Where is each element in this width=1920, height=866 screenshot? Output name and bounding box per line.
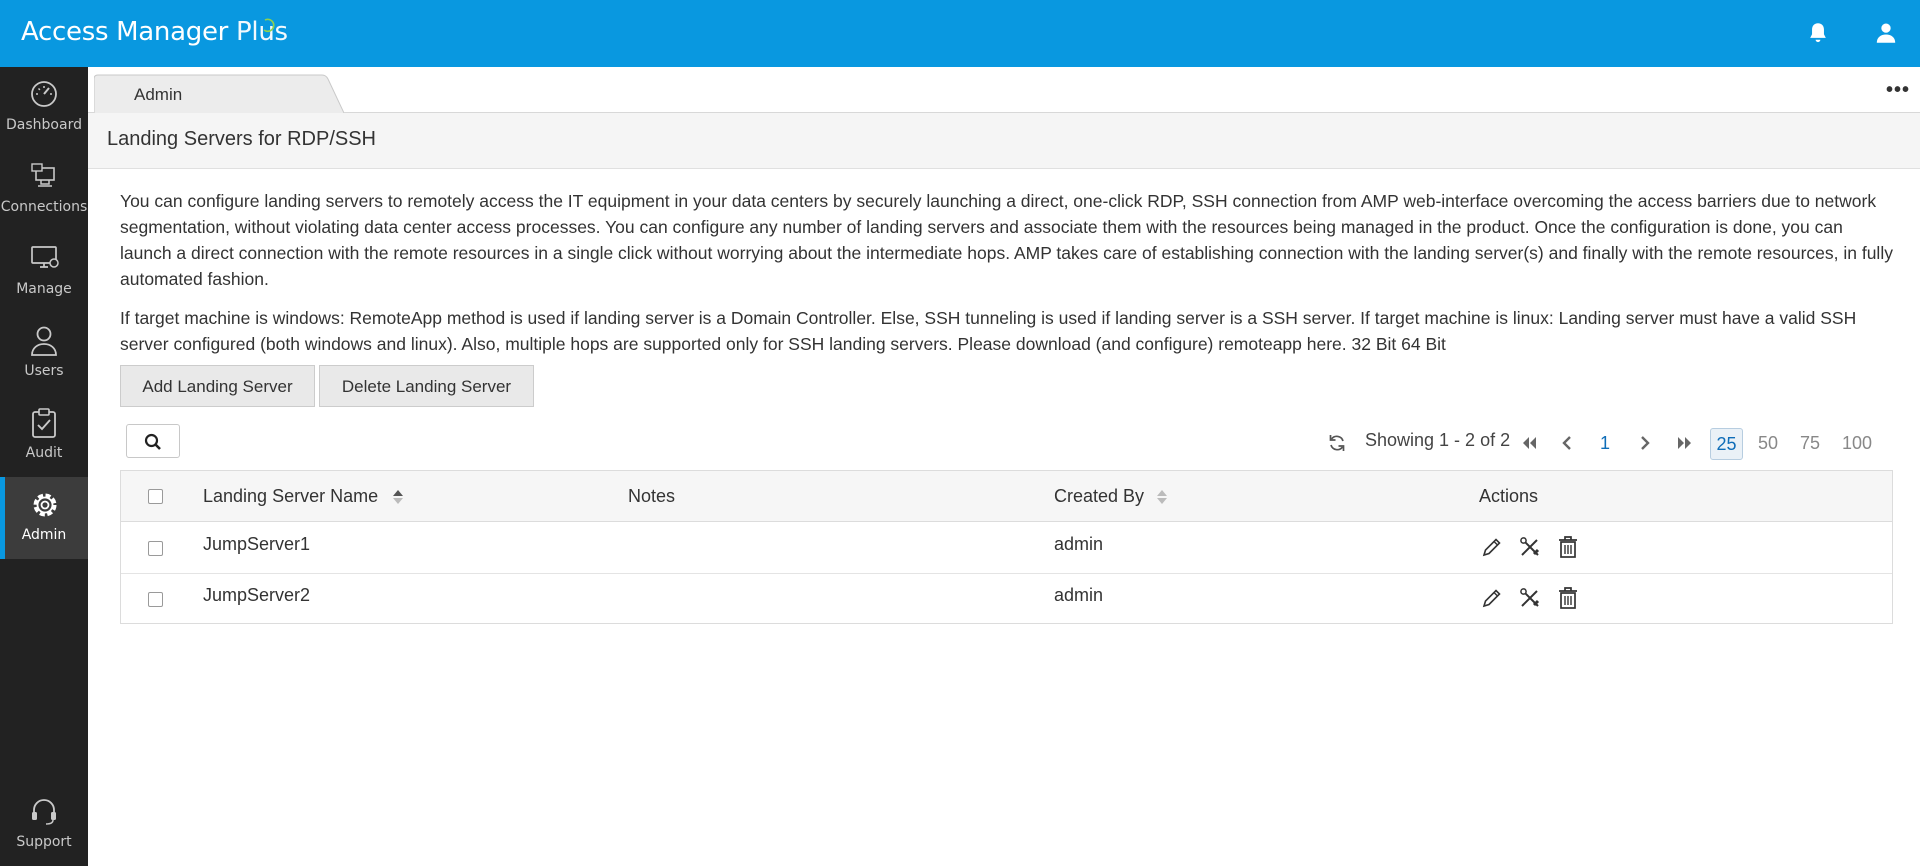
app-logo[interactable]: Access Manager Plus <box>21 17 288 47</box>
sidebar-item-audit[interactable]: Audit <box>0 395 88 477</box>
column-header-notes: Notes <box>628 486 676 506</box>
sidebar-item-connections[interactable]: Connections <box>0 149 88 231</box>
page-size-50[interactable]: 50 <box>1758 433 1778 454</box>
configure-tools-icon[interactable] <box>1519 536 1541 558</box>
cell-created-by: admin <box>1054 585 1104 605</box>
headset-icon <box>32 799 56 825</box>
column-header-name[interactable]: Landing Server Name <box>203 486 378 507</box>
top-bar: Access Manager Plus <box>0 0 1920 67</box>
sidebar-item-label: Manage <box>16 281 72 297</box>
row-checkbox[interactable] <box>148 541 163 556</box>
sidebar-item-support[interactable]: Support <box>0 784 88 866</box>
sidebar-item-label: Support <box>16 834 72 850</box>
dashboard-icon <box>31 81 57 107</box>
table-header: Landing Server Name Notes Created By Act… <box>121 471 1892 522</box>
cell-landing-server-name[interactable]: JumpServer2 <box>203 585 310 606</box>
sidebar-item-dashboard[interactable]: Dashboard <box>0 67 88 149</box>
more-options-icon[interactable]: ••• <box>1886 79 1910 102</box>
logo-swirl-icon <box>263 18 275 33</box>
column-header-created-by[interactable]: Created By <box>1054 486 1144 507</box>
cell-landing-server-name[interactable]: JumpServer1 <box>203 534 310 555</box>
select-all-checkbox[interactable] <box>148 489 163 504</box>
user-profile-icon[interactable] <box>1873 20 1899 46</box>
trash-icon[interactable] <box>1557 586 1579 610</box>
page-title: Landing Servers for RDP/SSH <box>107 128 377 150</box>
page-header: Landing Servers for RDP/SSH <box>88 113 1920 169</box>
sort-icon[interactable] <box>392 489 404 505</box>
row-checkbox[interactable] <box>148 592 163 607</box>
edit-icon[interactable] <box>1481 587 1503 609</box>
cell-created-by: admin <box>1054 534 1104 554</box>
gear-icon <box>33 493 57 517</box>
page-size-100[interactable]: 100 <box>1842 433 1872 454</box>
bell-icon[interactable] <box>1805 20 1831 46</box>
audit-icon <box>32 408 56 438</box>
refresh-icon[interactable] <box>1328 433 1346 453</box>
tab-shape <box>94 74 344 113</box>
first-page-icon[interactable] <box>1520 434 1538 452</box>
landing-servers-table: Landing Server Name Notes Created By Act… <box>120 470 1893 624</box>
trash-icon[interactable] <box>1557 535 1579 559</box>
sidebar-item-label: Admin <box>21 527 67 543</box>
last-page-icon[interactable] <box>1676 434 1694 452</box>
sidebar-item-users[interactable]: Users <box>0 313 88 395</box>
tab-label: Admin <box>134 85 183 104</box>
connections-icon <box>31 163 55 187</box>
edit-icon[interactable] <box>1481 536 1503 558</box>
current-page-number[interactable]: 1 <box>1600 433 1610 454</box>
sidebar: Dashboard Connections Manage Users Audit… <box>0 67 88 866</box>
table-row: JumpServer2 admin <box>121 573 1892 624</box>
sort-icon[interactable] <box>1156 489 1168 505</box>
page-note: If target machine is windows: RemoteApp … <box>120 308 1857 354</box>
tab-bar: Admin ••• <box>88 67 1920 113</box>
next-page-icon[interactable] <box>1638 434 1652 452</box>
table-row: JumpServer1 admin <box>121 522 1892 574</box>
sidebar-item-label: Users <box>24 363 64 379</box>
search-button[interactable] <box>126 424 180 458</box>
tab-admin[interactable]: Admin <box>94 74 344 113</box>
previous-page-icon[interactable] <box>1560 434 1574 452</box>
sidebar-item-manage[interactable]: Manage <box>0 231 88 313</box>
add-landing-server-button[interactable]: Add Landing Server <box>120 365 315 407</box>
sidebar-item-label: Audit <box>25 445 63 461</box>
page-size-25[interactable]: 25 <box>1710 428 1743 460</box>
sidebar-item-admin[interactable]: Admin <box>0 477 88 559</box>
brand-main: Access Manager <box>21 17 237 47</box>
sidebar-item-label: Dashboard <box>6 117 82 133</box>
sidebar-item-label: Connections <box>0 199 88 215</box>
configure-tools-icon[interactable] <box>1519 587 1541 609</box>
manage-icon <box>31 246 59 268</box>
users-icon <box>31 326 57 356</box>
page-size-75[interactable]: 75 <box>1800 433 1820 454</box>
column-header-actions: Actions <box>1479 486 1539 506</box>
delete-landing-server-button[interactable]: Delete Landing Server <box>319 365 534 407</box>
pagination-summary: Showing 1 - 2 of 2 <box>1365 430 1511 450</box>
search-icon <box>144 433 161 450</box>
page-description: You can configure landing servers to rem… <box>120 191 1893 289</box>
